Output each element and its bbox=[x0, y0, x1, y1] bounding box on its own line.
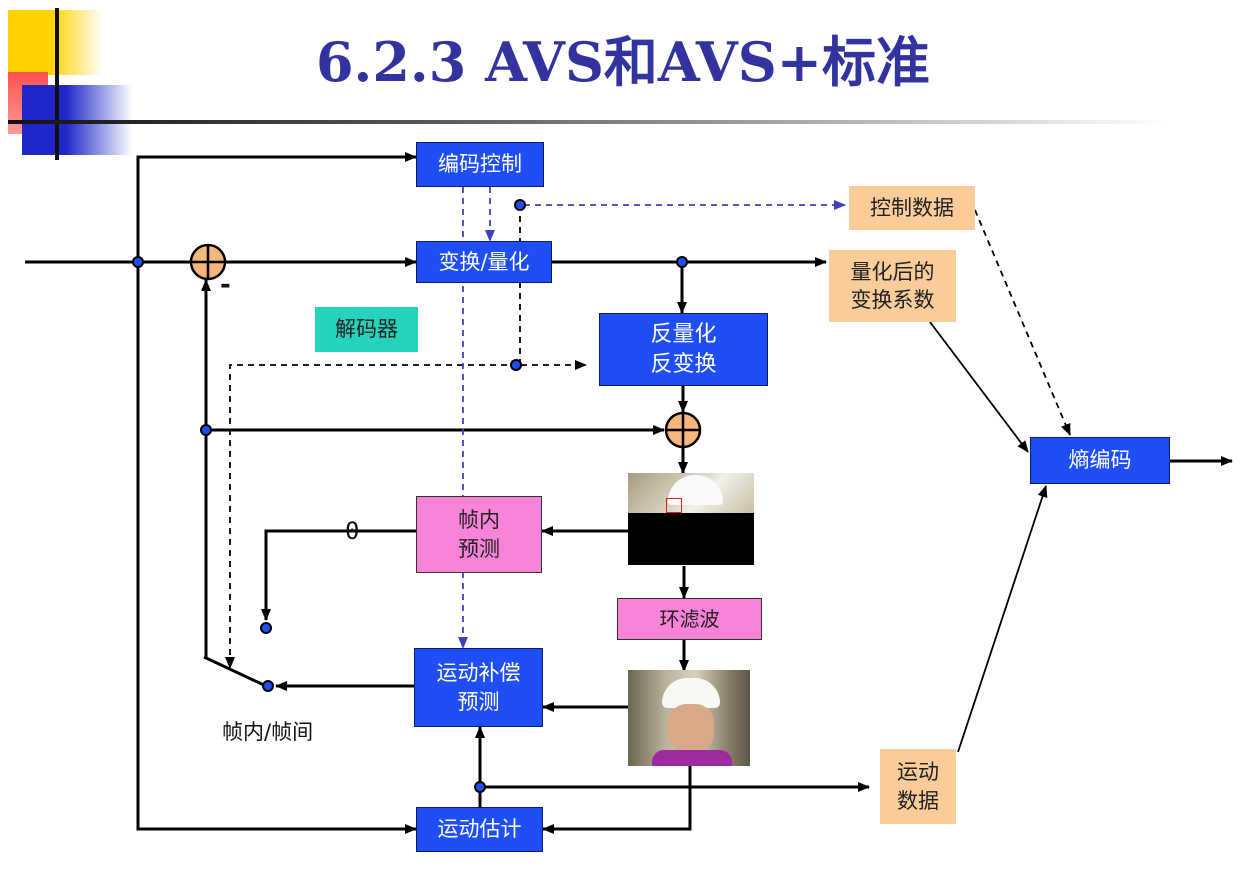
motion-compensation-block: 运动补偿 预测 bbox=[414, 648, 543, 727]
reference-frame-image bbox=[628, 670, 750, 766]
switch-contact-intra bbox=[260, 622, 272, 634]
switch-arm bbox=[203, 655, 267, 688]
junction-dot bbox=[514, 199, 526, 211]
junction-dot bbox=[200, 424, 212, 436]
arrow-frame-to-me bbox=[542, 766, 692, 834]
decoder-label: 解码器 bbox=[315, 307, 418, 352]
switch-contact-inter bbox=[262, 680, 274, 692]
transform-quant-block: 变换/量化 bbox=[416, 241, 552, 283]
arrow-intra-out bbox=[261, 529, 416, 621]
junction-dot bbox=[132, 256, 144, 268]
arrow-to-coding-control bbox=[136, 152, 417, 262]
quantized-coeff-label: 量化后的 变换系数 bbox=[829, 250, 956, 322]
entropy-coding-block: 熵编码 bbox=[1030, 437, 1170, 484]
current-block-marker bbox=[666, 498, 682, 513]
arrow-coeff-to-entropy bbox=[929, 321, 1029, 453]
inverse-transform-block: 反量化 反变换 bbox=[599, 313, 768, 386]
junction-dot bbox=[510, 359, 522, 371]
junction-dot bbox=[474, 781, 486, 793]
intra-prediction-block: 帧内 预测 bbox=[416, 496, 542, 573]
zero-label: 0 bbox=[345, 517, 360, 545]
motion-data-label: 运动 数据 bbox=[880, 749, 956, 824]
control-data-label: 控制数据 bbox=[849, 186, 975, 230]
junction-dot bbox=[676, 256, 688, 268]
reconstructed-partial-frame-image bbox=[628, 473, 754, 565]
intra-inter-label: 帧内/帧间 bbox=[222, 720, 314, 744]
coding-control-block: 编码控制 bbox=[416, 142, 544, 187]
motion-estimation-block: 运动估计 bbox=[416, 807, 543, 852]
loop-filter-block: 环滤波 bbox=[617, 598, 762, 640]
arrow-motion-to-entropy bbox=[957, 485, 1048, 753]
minus-sign: - bbox=[220, 270, 231, 300]
